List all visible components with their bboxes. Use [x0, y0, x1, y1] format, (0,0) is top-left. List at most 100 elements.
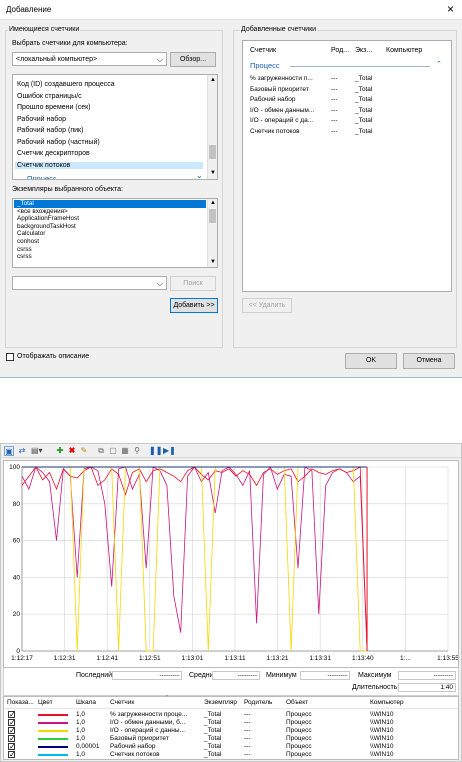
show-description-checkbox[interactable] — [6, 353, 14, 361]
counter-list-item[interactable]: Ошибок страницы/с — [15, 93, 203, 100]
table-row[interactable]: 1,0 I/O - операций с данны... _Total --- Про… — [4, 726, 458, 735]
max-label: Максимум — [358, 672, 392, 679]
view-graph-icon[interactable]: ▣ — [4, 446, 14, 456]
scroll-down-icon[interactable]: ▼ — [210, 170, 216, 176]
counter-list-item[interactable]: Рабочий набор (пик) — [15, 127, 203, 134]
instance-list-item[interactable]: conhost — [14, 238, 206, 246]
added-col-header[interactable]: Компьютер — [386, 47, 422, 54]
next-icon[interactable]: ▶❚ — [163, 446, 176, 456]
table-col-header[interactable]: Шкала — [76, 699, 96, 706]
search-button[interactable]: Поиск — [170, 276, 216, 291]
added-counter-name: I/O - обмен данным... — [250, 106, 315, 114]
table-col-header[interactable]: Экземпляр — [204, 699, 237, 706]
counter-list-item[interactable]: Рабочий набор (частный) — [15, 139, 203, 146]
added-object-header[interactable]: Процесс ⌃ — [250, 61, 445, 71]
scroll-thumb[interactable] — [209, 145, 216, 159]
instance-list-item[interactable]: <все вхождения> — [14, 208, 206, 216]
collapse-icon[interactable]: ⌃ — [436, 60, 442, 68]
added-counter-parent: --- — [331, 127, 338, 135]
scroll-up-icon[interactable]: ▲ — [210, 200, 216, 206]
cancel-button[interactable]: Отмена — [403, 353, 455, 369]
instance-list-item[interactable]: Calculator — [14, 230, 206, 238]
counter-list-item[interactable]: Счетчик дескрипторов — [15, 150, 203, 157]
added-counters-list[interactable]: Счетчик Род... Экз... Компьютер Процесс ⌃ %… — [242, 40, 452, 292]
added-counter-row[interactable]: I/O - обмен данным... --- _Total — [243, 107, 451, 117]
table-row[interactable]: 1,0 % загруженности проце... _Total --- Проц… — [4, 710, 458, 719]
paste-icon[interactable]: ▢ — [108, 446, 118, 456]
show-checkbox[interactable] — [8, 742, 16, 751]
instance-list[interactable]: _Total <все вхождения> ApplicationFrameHos… — [12, 198, 218, 268]
counter-table[interactable]: Показа... Цвет Шкала Счетчик Экземпляр Родите… — [3, 695, 459, 760]
dialog-title: Добавление — [6, 5, 52, 14]
show-checkbox[interactable] — [8, 750, 16, 759]
computer-select[interactable]: <локальный компьютер> ⌵ — [12, 52, 167, 66]
added-counter-row[interactable]: Базовый приоритет --- _Total — [243, 86, 451, 96]
instance-list-item[interactable]: backgroundTaskHost — [14, 223, 206, 231]
y-tick-label: 0 — [16, 648, 20, 655]
computer-select-value: <локальный компьютер> — [16, 56, 98, 63]
table-header-divider — [4, 708, 458, 709]
added-counter-row[interactable]: % загруженности п... --- _Total — [243, 75, 451, 85]
y-tick-label: 20 — [13, 611, 21, 618]
instance-list-item[interactable]: csrss — [14, 246, 206, 254]
table-col-header[interactable]: Родитель — [244, 699, 272, 706]
change-graph-icon[interactable]: ▤▾ — [31, 446, 43, 456]
table-col-header[interactable]: Показа... — [7, 699, 34, 706]
counter-list-item[interactable]: Счетчик потоков — [15, 161, 203, 169]
table-col-header[interactable]: Счетчик — [110, 699, 134, 706]
show-checkbox[interactable] — [8, 718, 16, 727]
show-checkbox[interactable] — [8, 710, 16, 719]
properties-icon[interactable]: ⇄ — [17, 446, 27, 456]
added-col-header[interactable]: Род... — [331, 47, 349, 54]
counter-group-header[interactable]: Процесс — [27, 174, 57, 179]
pause-icon[interactable]: ❚❚ — [149, 446, 162, 456]
table-col-header[interactable]: Цвет — [38, 699, 53, 706]
color-swatch — [38, 738, 68, 740]
table-col-header[interactable]: Объект — [286, 699, 308, 706]
browse-button[interactable]: Обзор... — [170, 52, 216, 67]
add-counter-icon[interactable]: ✚ — [55, 446, 65, 456]
add-button[interactable]: Добавить >> — [170, 298, 218, 313]
table-col-header[interactable]: Компьютер — [370, 699, 404, 706]
choose-computer-label: Выбрать счетчики для компьютера: — [12, 40, 128, 47]
copy-icon[interactable]: ⧉ — [96, 446, 106, 456]
counter-list[interactable]: Код (ID) создавшего процесса Ошибок стран… — [12, 74, 218, 180]
added-counter-name: % загруженности п... — [250, 75, 313, 82]
scroll-down-icon[interactable]: ▼ — [210, 259, 216, 265]
counter-list-item[interactable]: Прошло времени (сек) — [15, 104, 203, 111]
added-counter-row[interactable]: Счетчик потоков --- _Total — [243, 128, 451, 138]
expand-icon[interactable]: ⌄ — [196, 171, 203, 179]
added-col-header[interactable]: Экз... — [355, 47, 372, 54]
highlight-icon[interactable]: ✎ — [79, 446, 89, 456]
added-counter-name: Базовый приоритет — [250, 85, 309, 93]
added-counter-row[interactable]: Рабочий набор --- _Total — [243, 96, 451, 106]
zoom-icon[interactable]: ⚲ — [132, 446, 142, 456]
ok-button[interactable]: OK — [345, 353, 397, 369]
counter-list-item[interactable]: Рабочий набор — [15, 116, 203, 123]
counter-list-item[interactable]: Код (ID) создавшего процесса — [15, 81, 203, 88]
instance-search-input[interactable]: ⌵ — [12, 276, 167, 290]
counter-list-scrollbar[interactable]: ▲ ▼ — [207, 75, 217, 179]
table-row[interactable]: 1,0 Счетчик потоков _Total --- Процесс \\WIN1… — [4, 750, 458, 759]
scroll-up-icon[interactable]: ▲ — [210, 77, 216, 83]
table-row[interactable]: 1,0 I/O - обмен данными, б... _Total --- Про… — [4, 718, 458, 727]
properties-sheet-icon[interactable]: ▦ — [120, 446, 130, 456]
perfmon-chart[interactable]: 0 20 40 60 80 100 1:12:17 1:12:31 1:12:41 1:12:51… — [3, 460, 459, 668]
close-icon[interactable]: × — [447, 2, 454, 16]
delete-counter-icon[interactable]: ✖ — [67, 446, 77, 456]
computer-cell: \\WIN10 — [370, 727, 394, 734]
scale-cell: 0,00001 — [76, 743, 100, 750]
added-counter-row[interactable]: I/O - операций с да... --- _Total — [243, 117, 451, 127]
show-checkbox[interactable] — [8, 734, 16, 743]
scroll-thumb[interactable] — [209, 209, 216, 223]
added-col-header[interactable]: Счетчик — [250, 47, 276, 54]
counter-cell: % загруженности проце... — [110, 711, 188, 718]
remove-button[interactable]: << Удалить — [242, 298, 292, 313]
instance-list-item[interactable]: csrss — [14, 253, 206, 261]
table-row[interactable]: 1,0 Базовый приоритет _Total --- Процесс \\WI… — [4, 734, 458, 743]
instance-list-scrollbar[interactable]: ▲ ▼ — [207, 199, 217, 267]
instance-list-item[interactable]: ApplicationFrameHost — [14, 215, 206, 223]
table-row[interactable]: 0,00001 Рабочий набор _Total --- Процесс \\WI… — [4, 742, 458, 751]
show-checkbox[interactable] — [8, 726, 16, 735]
instance-list-item[interactable]: _Total — [14, 200, 206, 208]
